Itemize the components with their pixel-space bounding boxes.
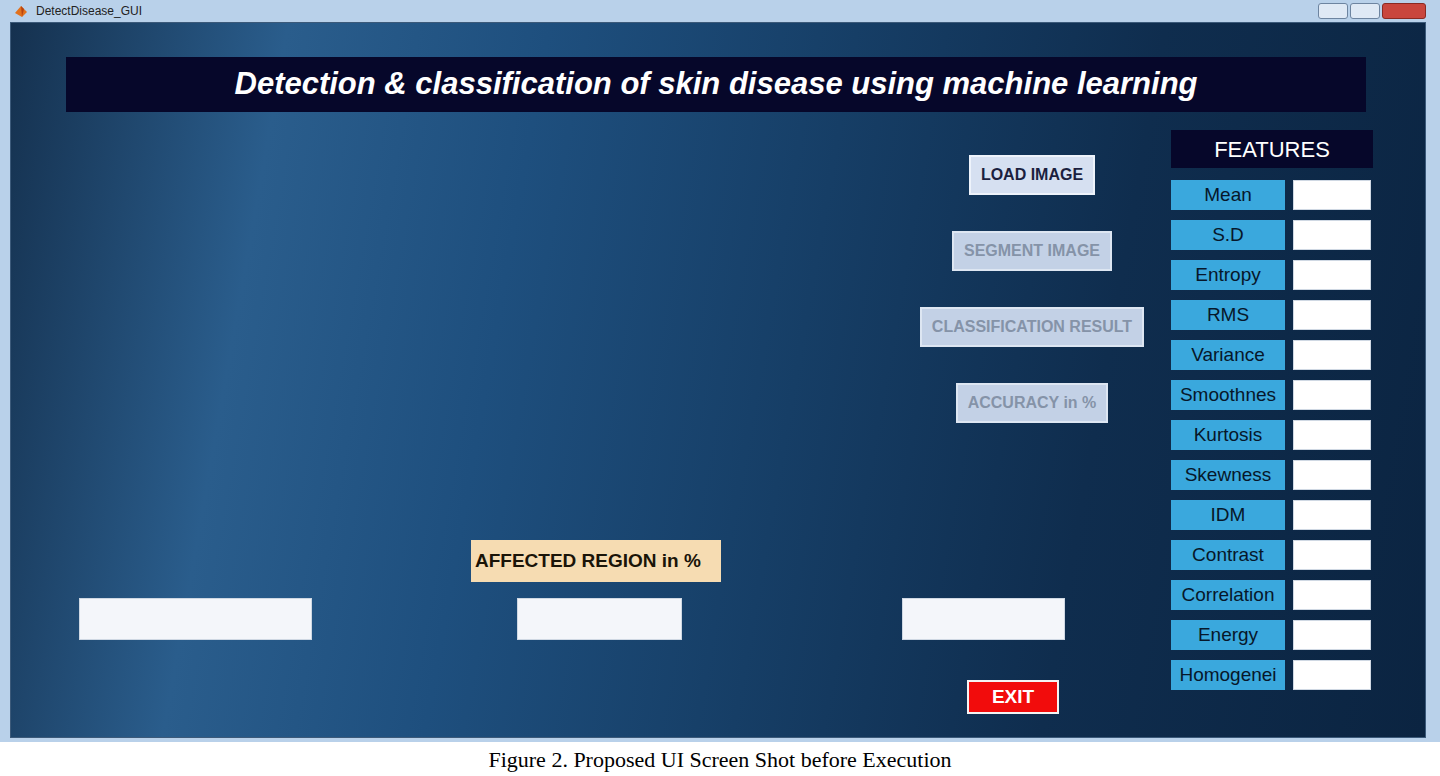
feature-label: Entropy (1171, 260, 1285, 290)
feature-value-field[interactable] (1293, 620, 1371, 650)
result-field[interactable] (79, 598, 312, 640)
feature-value-field[interactable] (1293, 500, 1371, 530)
title-banner: Detection & classification of skin disea… (66, 57, 1366, 112)
feature-value-field[interactable] (1293, 260, 1371, 290)
feature-row: Homogenei (1171, 660, 1373, 690)
title-bar: DetectDisease_GUI (10, 0, 1426, 22)
main-area: LOAD IMAGE SEGMENT IMAGE CLASSIFICATION RE… (11, 112, 1171, 714)
feature-row: Skewness (1171, 460, 1373, 490)
affected-region-label: AFFECTED REGION in % (471, 540, 721, 582)
action-buttons: LOAD IMAGE SEGMENT IMAGE CLASSIFICATION RE… (896, 155, 1168, 423)
feature-label: Correlation (1171, 580, 1285, 610)
window-title: DetectDisease_GUI (36, 5, 142, 17)
feature-row: Smoothnes (1171, 380, 1373, 410)
action-button[interactable]: SEGMENT IMAGE (952, 231, 1112, 271)
feature-label: Kurtosis (1171, 420, 1285, 450)
matlab-icon (14, 4, 28, 18)
action-button[interactable]: CLASSIFICATION RESULT (920, 307, 1144, 347)
feature-value-field[interactable] (1293, 380, 1371, 410)
feature-row: IDM (1171, 500, 1373, 530)
banner-title: Detection & classification of skin disea… (235, 67, 1198, 101)
feature-row: Energy (1171, 620, 1373, 650)
feature-value-field[interactable] (1293, 220, 1371, 250)
minimize-icon[interactable] (1318, 3, 1348, 19)
features-header: FEATURES (1171, 130, 1373, 168)
feature-row: S.D (1171, 220, 1373, 250)
feature-row: Kurtosis (1171, 420, 1373, 450)
feature-label: Mean (1171, 180, 1285, 210)
feature-row: Variance (1171, 340, 1373, 370)
app-window: DetectDisease_GUI Detection & classifica… (0, 0, 1440, 742)
action-button[interactable]: ACCURACY in % (956, 383, 1109, 423)
feature-label: IDM (1171, 500, 1285, 530)
feature-label: Contrast (1171, 540, 1285, 570)
accuracy-field[interactable] (902, 598, 1065, 640)
feature-row: RMS (1171, 300, 1373, 330)
gui-canvas: Detection & classification of skin disea… (10, 22, 1426, 738)
feature-value-field[interactable] (1293, 660, 1371, 690)
maximize-icon[interactable] (1350, 3, 1380, 19)
feature-label: Variance (1171, 340, 1285, 370)
close-icon[interactable] (1382, 3, 1426, 19)
feature-value-field[interactable] (1293, 540, 1371, 570)
feature-row: Correlation (1171, 580, 1373, 610)
feature-value-field[interactable] (1293, 420, 1371, 450)
feature-value-field[interactable] (1293, 180, 1371, 210)
feature-label: Energy (1171, 620, 1285, 650)
feature-label: Homogenei (1171, 660, 1285, 690)
figure-caption: Figure 2. Proposed UI Screen Shot before… (0, 742, 1440, 776)
feature-value-field[interactable] (1293, 300, 1371, 330)
feature-row: Entropy (1171, 260, 1373, 290)
feature-row: Mean (1171, 180, 1373, 210)
feature-row: Contrast (1171, 540, 1373, 570)
action-button[interactable]: LOAD IMAGE (969, 155, 1095, 195)
feature-value-field[interactable] (1293, 340, 1371, 370)
feature-label: S.D (1171, 220, 1285, 250)
feature-value-field[interactable] (1293, 460, 1371, 490)
affected-region-field[interactable] (517, 598, 682, 640)
feature-label: Skewness (1171, 460, 1285, 490)
feature-value-field[interactable] (1293, 580, 1371, 610)
feature-label: Smoothnes (1171, 380, 1285, 410)
feature-label: RMS (1171, 300, 1285, 330)
window-controls (1318, 3, 1426, 19)
exit-button[interactable]: EXIT (967, 680, 1059, 714)
features-panel: FEATURES Mean S.D Entropy RMS Variance Smoothn… (1171, 130, 1373, 714)
result-fields (11, 598, 1171, 640)
